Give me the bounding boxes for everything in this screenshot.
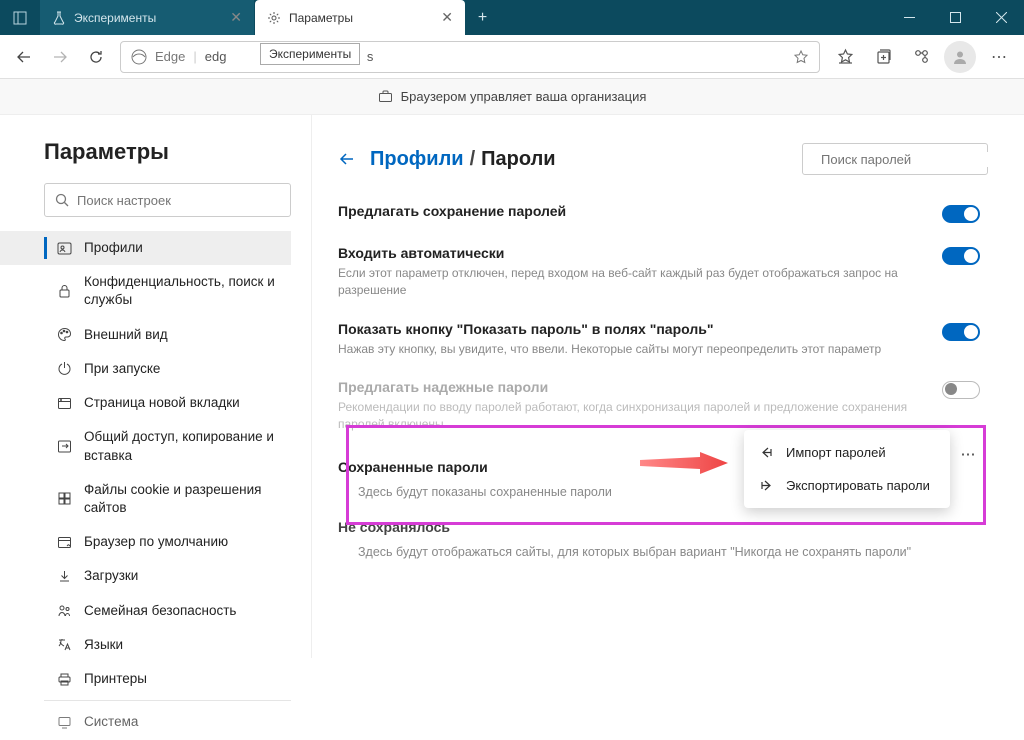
sidebar-item-label: Профили bbox=[84, 239, 143, 257]
profile-icon bbox=[56, 240, 72, 256]
setting-offer-save-title: Предлагать сохранение паролей bbox=[338, 203, 942, 219]
breadcrumb-link[interactable]: Профили bbox=[370, 148, 464, 171]
sidebar-item-languages[interactable]: Языки bbox=[0, 628, 291, 662]
new-tab-button[interactable]: + bbox=[465, 0, 500, 35]
menu-button[interactable]: ⋯ bbox=[980, 39, 1018, 75]
breadcrumb-current: Пароли bbox=[481, 148, 555, 171]
setting-reveal-desc: Нажав эту кнопку, вы увидите, что ввели.… bbox=[338, 341, 942, 358]
sidebar-item-label: Принтеры bbox=[84, 670, 147, 688]
cookies-icon bbox=[56, 491, 72, 507]
search-icon bbox=[55, 193, 69, 207]
forward-button[interactable] bbox=[42, 39, 78, 75]
menu-import-passwords[interactable]: Импорт паролей bbox=[744, 436, 950, 469]
managed-text: Браузером управляет ваша организация bbox=[401, 89, 647, 104]
toggle-offer-save[interactable] bbox=[942, 205, 980, 223]
extensions-button[interactable] bbox=[902, 39, 940, 75]
password-search[interactable] bbox=[802, 143, 988, 175]
refresh-button[interactable] bbox=[78, 39, 114, 75]
sidebar-item-share[interactable]: Общий доступ, копирование и вставка bbox=[0, 420, 291, 472]
briefcase-icon bbox=[378, 89, 393, 104]
tab-actions-button[interactable] bbox=[0, 0, 40, 35]
menu-export-label: Экспортировать пароли bbox=[786, 478, 930, 493]
flask-icon bbox=[52, 11, 66, 25]
setting-autosignin-desc: Если этот параметр отключен, перед входо… bbox=[338, 265, 942, 299]
minimize-button[interactable] bbox=[886, 0, 932, 35]
toggle-reveal[interactable] bbox=[942, 323, 980, 341]
setting-strong-title: Предлагать надежные пароли bbox=[338, 379, 942, 395]
sidebar-item-printers[interactable]: Принтеры bbox=[0, 662, 291, 696]
system-icon bbox=[56, 714, 72, 730]
maximize-button[interactable] bbox=[932, 0, 978, 35]
sidebar-item-label: Языки bbox=[84, 636, 123, 654]
printer-icon bbox=[56, 671, 72, 687]
sidebar-item-family[interactable]: Семейная безопасность bbox=[0, 594, 291, 628]
sidebar-item-privacy[interactable]: Конфиденциальность, поиск и службы bbox=[0, 265, 291, 317]
sidebar-item-label: Страница новой вкладки bbox=[84, 394, 240, 412]
sidebar-item-profiles[interactable]: Профили bbox=[0, 231, 291, 265]
sidebar-item-appearance[interactable]: Внешний вид bbox=[0, 318, 291, 352]
settings-search[interactable] bbox=[44, 183, 291, 217]
close-icon[interactable]: ✕ bbox=[230, 9, 242, 26]
tab-label: Эксперименты bbox=[74, 11, 222, 25]
more-options-button[interactable]: ⋯ bbox=[956, 445, 980, 463]
password-menu: Импорт паролей Экспортировать пароли bbox=[744, 430, 950, 508]
setting-autosignin-title: Входить автоматически bbox=[338, 245, 942, 261]
menu-export-passwords[interactable]: Экспортировать пароли bbox=[744, 469, 950, 502]
setting-reveal-title: Показать кнопку "Показать пароль" в поля… bbox=[338, 321, 942, 337]
breadcrumb-back-button[interactable] bbox=[338, 150, 356, 168]
language-icon bbox=[56, 637, 72, 653]
sidebar-item-default[interactable]: Браузер по умолчанию bbox=[0, 525, 291, 559]
never-saved-desc: Здесь будут отображаться сайты, для кото… bbox=[358, 545, 988, 559]
sidebar-item-label: Внешний вид bbox=[84, 326, 168, 344]
sidebar-item-label: Общий доступ, копирование и вставка bbox=[84, 428, 279, 464]
favorite-star-icon[interactable] bbox=[793, 49, 809, 65]
sidebar-item-label: Система bbox=[84, 713, 138, 731]
sidebar-item-label: Конфиденциальность, поиск и службы bbox=[84, 273, 279, 309]
breadcrumb-sep: / bbox=[470, 148, 476, 171]
edge-icon bbox=[131, 49, 147, 65]
export-icon bbox=[758, 478, 774, 493]
sidebar-item-cookies[interactable]: Файлы cookie и разрешения сайтов bbox=[0, 473, 291, 525]
sidebar-item-label: Файлы cookie и разрешения сайтов bbox=[84, 481, 279, 517]
sidebar-item-label: Семейная безопасность bbox=[84, 602, 236, 620]
password-search-input[interactable] bbox=[821, 152, 997, 167]
settings-search-input[interactable] bbox=[77, 193, 280, 208]
toggle-autosignin[interactable] bbox=[942, 247, 980, 265]
back-button[interactable] bbox=[6, 39, 42, 75]
close-window-button[interactable] bbox=[978, 0, 1024, 35]
never-saved-title: Не сохранялось bbox=[338, 519, 988, 535]
tab-label: Параметры bbox=[289, 11, 433, 25]
browser-icon bbox=[56, 534, 72, 550]
tab-settings[interactable]: Параметры ✕ bbox=[255, 0, 465, 35]
share-icon bbox=[56, 439, 72, 455]
address-scheme: Edge bbox=[155, 49, 185, 64]
sidebar-item-label: При запуске bbox=[84, 360, 160, 378]
appearance-icon bbox=[56, 327, 72, 343]
newtab-icon bbox=[56, 395, 72, 411]
address-bar[interactable]: Edge | edg asswords bbox=[120, 41, 820, 73]
tab-experiments[interactable]: Эксперименты ✕ bbox=[40, 0, 255, 35]
sidebar-item-downloads[interactable]: Загрузки bbox=[0, 559, 291, 593]
setting-strong-desc: Рекомендации по вводу паролей работают, … bbox=[338, 399, 942, 433]
lock-icon bbox=[56, 283, 72, 299]
sidebar-item-system[interactable]: Система bbox=[0, 705, 291, 739]
download-icon bbox=[56, 569, 72, 585]
power-icon bbox=[56, 361, 72, 377]
collections-button[interactable] bbox=[864, 39, 902, 75]
sidebar-item-label: Загрузки bbox=[84, 567, 138, 585]
favorites-button[interactable] bbox=[826, 39, 864, 75]
gear-icon bbox=[267, 11, 281, 25]
sidebar-item-newtab[interactable]: Страница новой вкладки bbox=[0, 386, 291, 420]
sidebar-item-label: Браузер по умолчанию bbox=[84, 533, 228, 551]
family-icon bbox=[56, 603, 72, 619]
close-icon[interactable]: ✕ bbox=[441, 9, 453, 26]
profile-button[interactable] bbox=[944, 41, 976, 73]
menu-import-label: Импорт паролей bbox=[786, 445, 886, 460]
tooltip: Эксперименты bbox=[260, 43, 360, 65]
page-title: Параметры bbox=[44, 139, 291, 165]
import-icon bbox=[758, 445, 774, 460]
toggle-strong bbox=[942, 381, 980, 399]
sidebar-item-startup[interactable]: При запуске bbox=[0, 352, 291, 386]
